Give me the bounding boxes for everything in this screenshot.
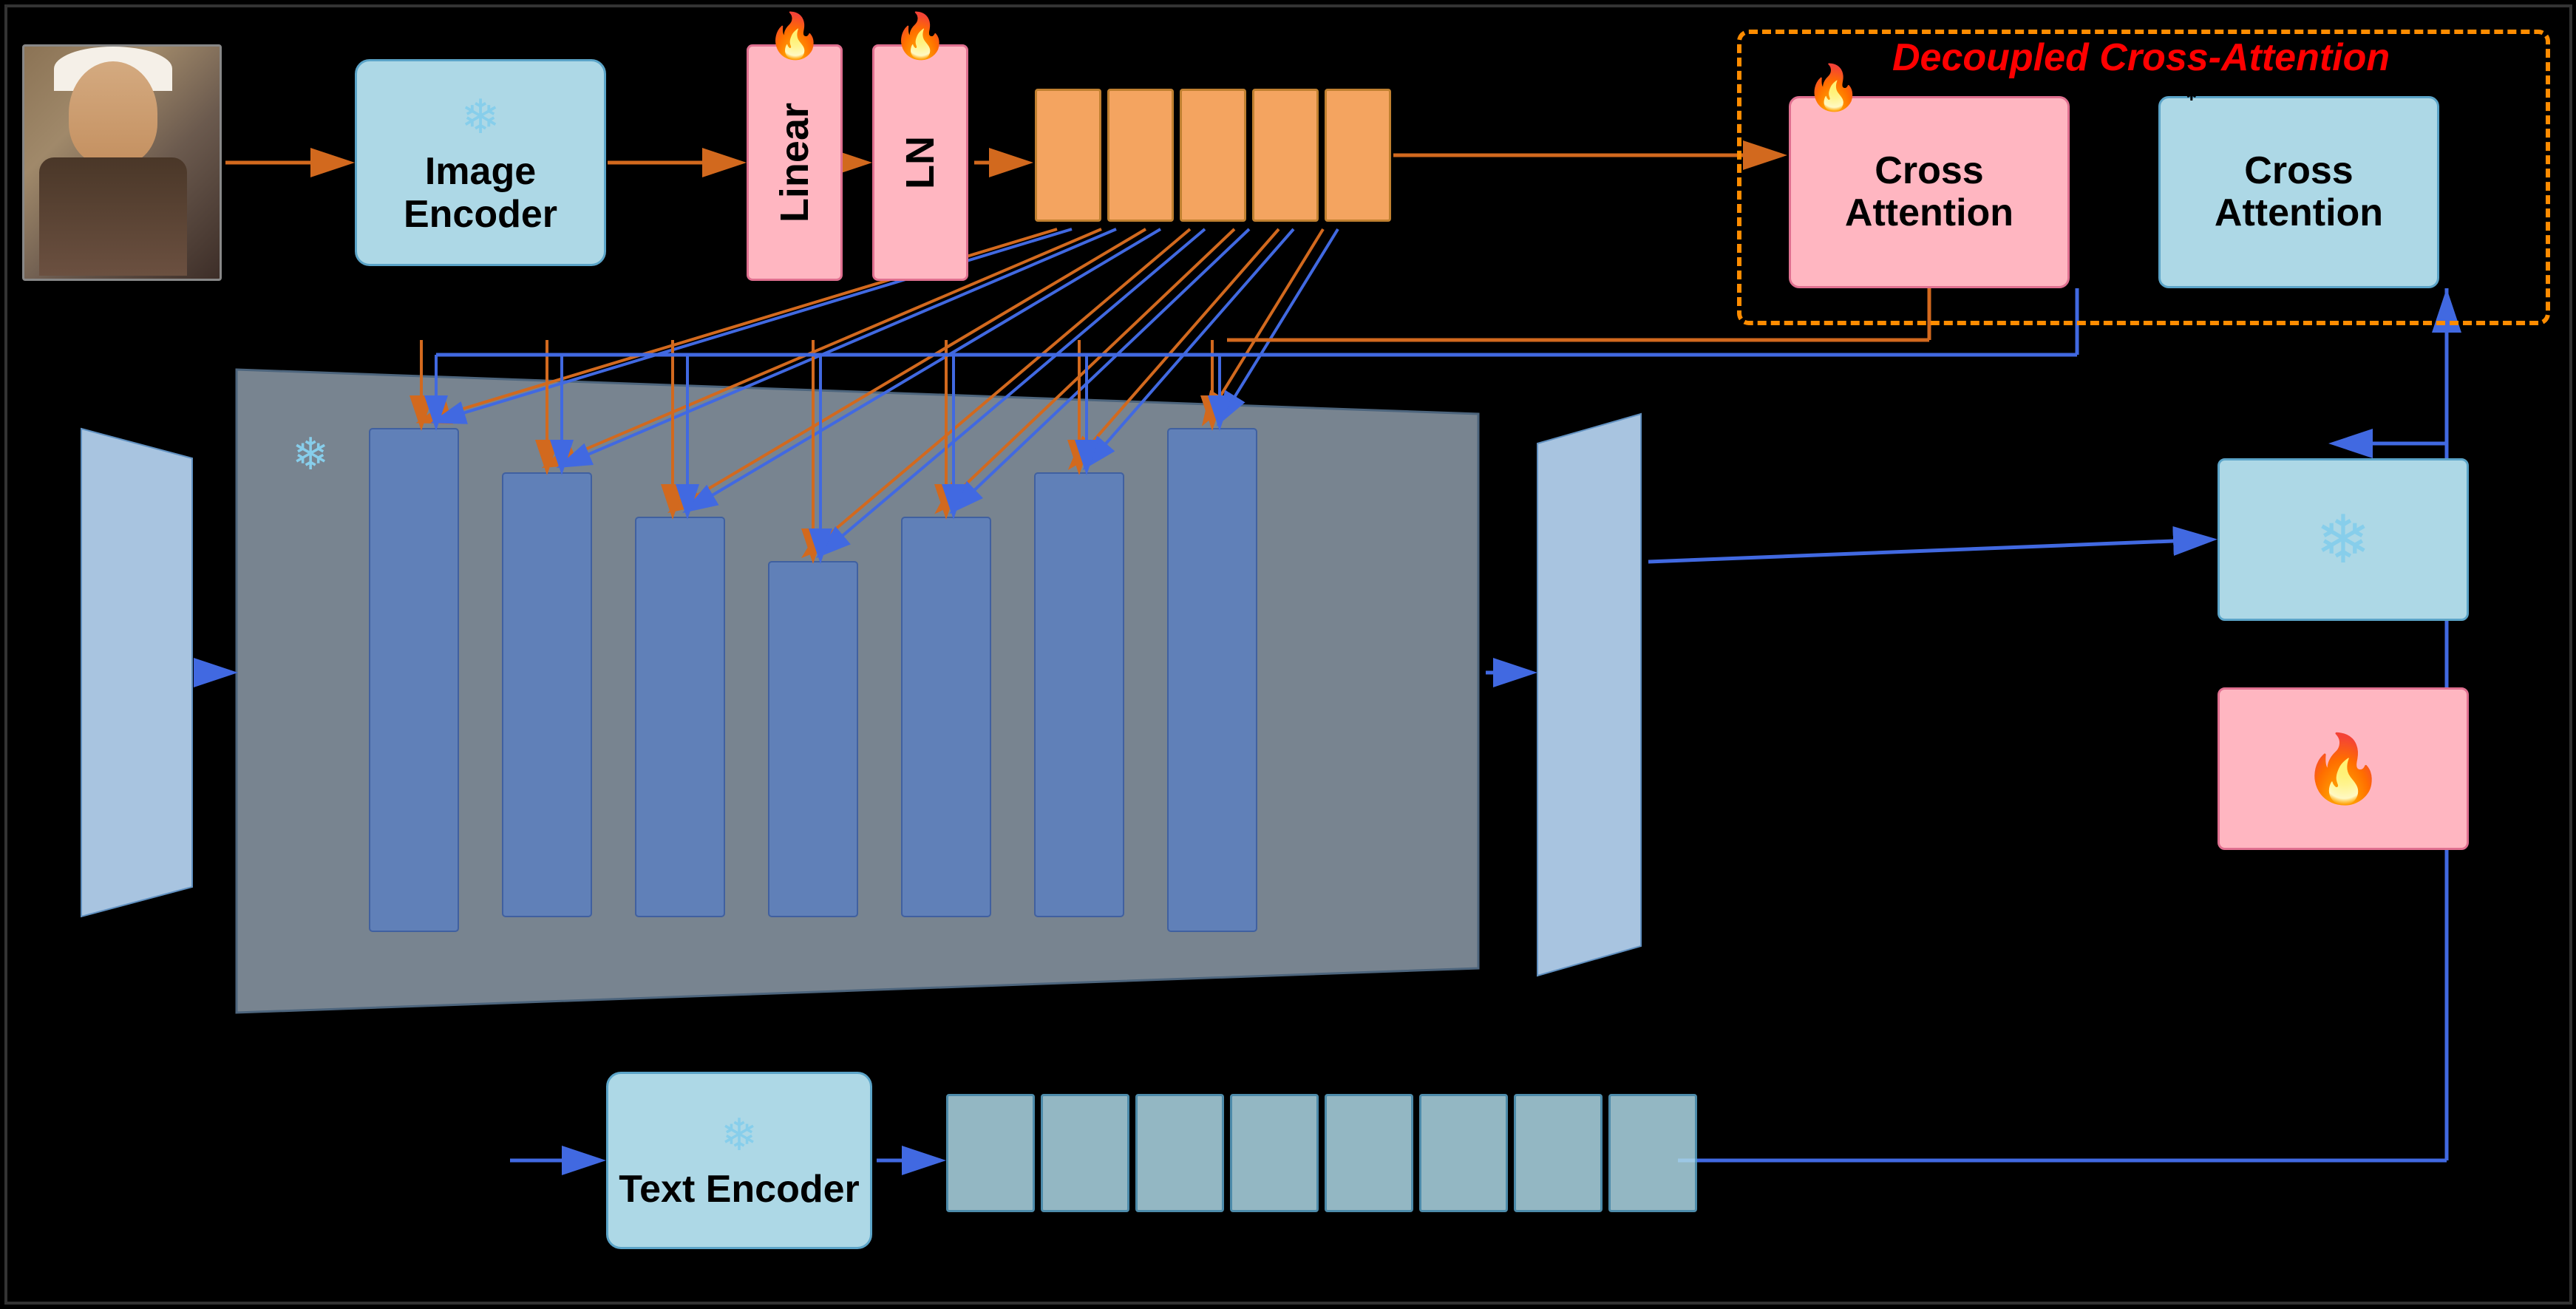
- snowflake-icon: ❄: [461, 89, 500, 145]
- text-token-7: [1514, 1094, 1603, 1212]
- ln-label: LN: [897, 136, 943, 189]
- fire-icon-right: 🔥: [2302, 730, 2385, 808]
- cross-attention-snow-label: CrossAttention: [2215, 150, 2383, 234]
- text-encoder-label: Text Encoder: [619, 1167, 860, 1211]
- text-token-4: [1230, 1094, 1319, 1212]
- cross-attention-fire-label: CrossAttention: [1845, 150, 2013, 234]
- portrait-image: [22, 44, 222, 281]
- cross-attention-snow-box: ❄ CrossAttention: [2158, 96, 2439, 288]
- dca-label: Decoupled Cross-Attention: [1892, 35, 2390, 80]
- token-cell-1: [1035, 89, 1101, 222]
- image-encoder-label: Image Encoder: [357, 151, 604, 235]
- text-token-6: [1419, 1094, 1508, 1212]
- svg-text:❄: ❄: [292, 429, 329, 479]
- right-fire-box: 🔥: [2218, 687, 2469, 850]
- token-cell-2: [1107, 89, 1174, 222]
- diagram-container: ❄: [0, 0, 2576, 1309]
- token-cell-4: [1252, 89, 1319, 222]
- text-token-5: [1325, 1094, 1413, 1212]
- snowflake-icon-text: ❄: [721, 1109, 758, 1161]
- image-encoder-box: ❄ Image Encoder: [355, 59, 606, 266]
- text-encoder-box: ❄ Text Encoder: [606, 1072, 872, 1249]
- text-token-1: [946, 1094, 1035, 1212]
- snowflake-icon-right: ❄: [2315, 501, 2371, 579]
- ln-box: 🔥 LN: [872, 44, 968, 281]
- linear-label: Linear: [772, 103, 818, 222]
- text-token-2: [1041, 1094, 1129, 1212]
- fire-icon-cross-attn: 🔥: [1806, 61, 1861, 114]
- cross-attention-fire-box: 🔥 CrossAttention: [1789, 96, 2070, 288]
- right-frozen-box: ❄: [2218, 458, 2469, 621]
- text-token-8: [1608, 1094, 1697, 1212]
- token-cell-3: [1180, 89, 1246, 222]
- token-cell-5: [1325, 89, 1391, 222]
- feature-tokens: [1035, 89, 1391, 222]
- linear-box: 🔥 Linear: [747, 44, 843, 281]
- fire-icon-ln: 🔥: [893, 10, 948, 62]
- text-tokens: [946, 1094, 1697, 1212]
- snowflake-icon-cross-attn: ❄: [2175, 66, 2208, 110]
- fire-icon-linear: 🔥: [767, 10, 823, 62]
- text-token-3: [1135, 1094, 1224, 1212]
